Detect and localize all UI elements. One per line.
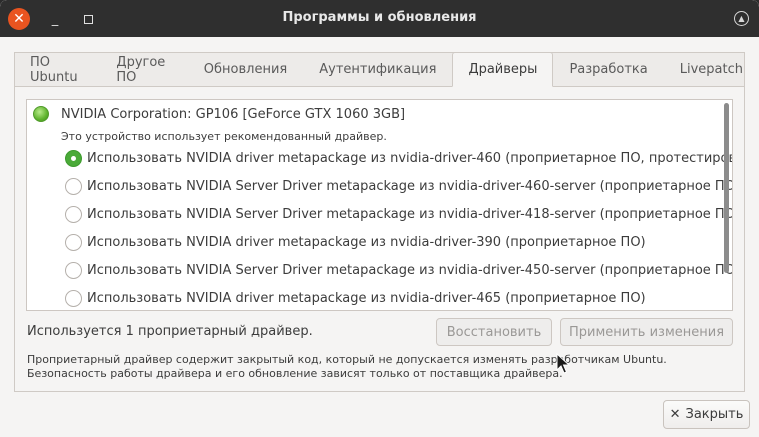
apply-changes-button[interactable]: Применить изменения [560, 318, 733, 346]
title-bar: ✕ _ Программы и обновления ▲ [0, 0, 759, 37]
tab-authentication[interactable]: Аутентификация [303, 52, 452, 87]
radio-button[interactable] [65, 290, 82, 307]
driver-option[interactable]: Использовать NVIDIA driver metapackage и… [65, 234, 646, 251]
tab-bar: ПО Ubuntu Другое ПО Обновления Аутентифи… [14, 52, 759, 87]
driver-option-label: Использовать NVIDIA driver metapackage и… [87, 291, 646, 306]
close-dialog-label: Закрыть [685, 407, 744, 422]
radio-button[interactable] [65, 206, 82, 223]
software-updates-window: ✕ _ Программы и обновления ▲ ПО Ubuntu Д… [0, 0, 759, 437]
radio-button[interactable] [65, 178, 82, 195]
window-title: Программы и обновления [282, 10, 477, 25]
radio-button[interactable] [65, 234, 82, 251]
driver-option-label: Использовать NVIDIA Server Driver metapa… [87, 179, 733, 194]
tab-developer-options[interactable]: Разработка [553, 52, 663, 87]
device-status-led-icon [33, 106, 49, 122]
radio-button[interactable] [65, 262, 82, 279]
driver-option[interactable]: Использовать NVIDIA Server Driver metapa… [65, 262, 733, 279]
device-header: NVIDIA Corporation: GP106 [GeForce GTX 1… [33, 106, 405, 122]
proprietary-driver-note: Проприетарный драйвер содержит закрытый … [27, 353, 667, 380]
app-icon: ▲ [734, 11, 749, 26]
driver-option-label: Использовать NVIDIA driver metapackage и… [87, 235, 646, 250]
device-status-text: Это устройство использует рекомендованны… [61, 130, 387, 143]
driver-list[interactable]: NVIDIA Corporation: GP106 [GeForce GTX 1… [26, 99, 733, 311]
revert-button[interactable]: Восстановить [436, 318, 552, 346]
driver-option-label: Использовать NVIDIA Server Driver metapa… [87, 263, 733, 278]
tab-updates[interactable]: Обновления [188, 52, 303, 87]
proprietary-usage-text: Используется 1 проприетарный драйвер. [27, 324, 313, 339]
driver-option-label: Использовать NVIDIA driver metapackage и… [87, 151, 733, 166]
device-name: NVIDIA Corporation: GP106 [GeForce GTX 1… [61, 106, 406, 122]
driver-option[interactable]: Использовать NVIDIA driver metapackage и… [65, 150, 733, 167]
tab-ubuntu-software[interactable]: ПО Ubuntu [14, 52, 100, 87]
tab-additional-drivers[interactable]: Драйверы [452, 52, 554, 87]
driver-option[interactable]: Использовать NVIDIA Server Driver metapa… [65, 206, 733, 223]
tab-other-software[interactable]: Другое ПО [100, 52, 187, 87]
driver-option[interactable]: Использовать NVIDIA Server Driver metapa… [65, 178, 733, 195]
mouse-pointer-icon [556, 353, 570, 374]
radio-button-checked[interactable] [65, 150, 82, 167]
close-dialog-button[interactable]: ✕ Закрыть [663, 400, 750, 429]
triangle-icon: ▲ [738, 14, 745, 23]
driver-option-label: Использовать NVIDIA Server Driver metapa… [87, 207, 733, 222]
driver-option[interactable]: Использовать NVIDIA driver metapackage и… [65, 290, 646, 307]
driver-list-scrollbar[interactable] [724, 103, 729, 273]
tab-livepatch[interactable]: Livepatch [664, 52, 759, 87]
close-icon: ✕ [669, 407, 681, 422]
